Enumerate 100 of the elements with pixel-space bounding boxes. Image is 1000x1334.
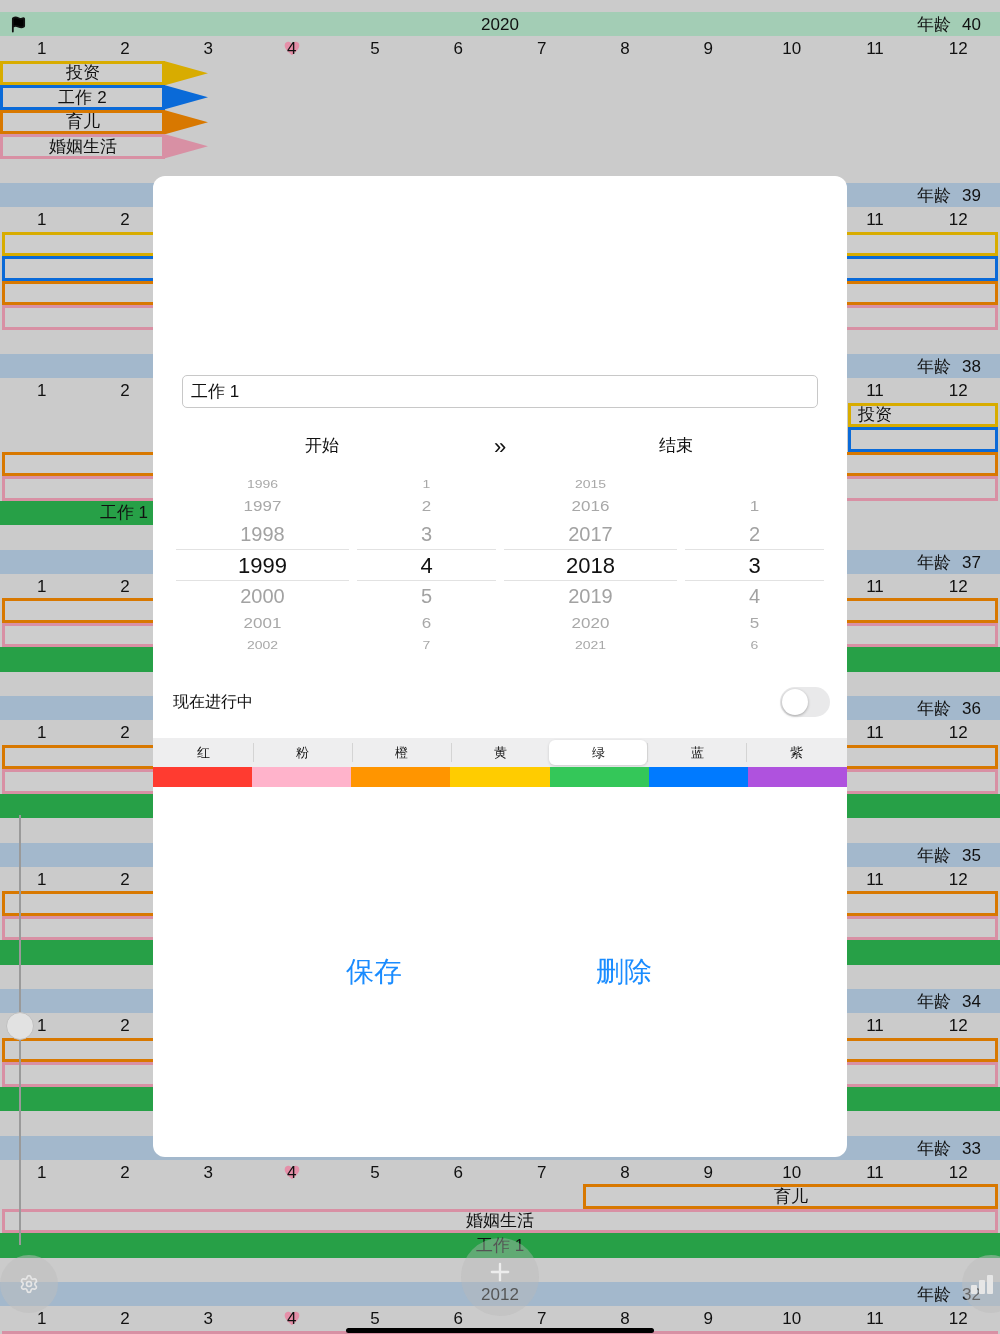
color-tab[interactable]: 紫 xyxy=(746,743,845,762)
color-tab[interactable]: 橙 xyxy=(351,743,451,762)
month-label: 10 xyxy=(782,1161,802,1184)
month-label: 2 xyxy=(120,209,130,231)
month-label: 9 xyxy=(703,1161,714,1184)
color-swatch[interactable] xyxy=(153,767,253,787)
event-bar[interactable]: 工作 1 xyxy=(0,1233,1000,1258)
picker-option[interactable]: 2015 xyxy=(574,476,607,493)
age-label: 年龄 34 xyxy=(917,991,981,1013)
settings-icon xyxy=(19,1274,39,1294)
month-label: 12 xyxy=(948,1308,968,1330)
color-tab[interactable]: 绿 xyxy=(549,740,648,765)
picker-option[interactable]: 2002 xyxy=(246,637,279,654)
category-tag[interactable]: 婚姻生活 xyxy=(0,134,165,159)
picker-option[interactable]: 4 xyxy=(748,581,761,611)
ongoing-switch[interactable] xyxy=(780,687,830,717)
picker-option[interactable]: 2019 xyxy=(568,581,613,611)
month-label: 11 xyxy=(866,38,884,60)
flag-icon[interactable] xyxy=(10,16,27,34)
month-label: 11 xyxy=(866,575,884,598)
picker-option[interactable]: 1996 xyxy=(246,476,279,493)
month-label: 7 xyxy=(536,1308,547,1330)
month-label: 12 xyxy=(948,722,968,744)
category-tag[interactable]: 育儿 xyxy=(0,109,165,134)
slider-thumb[interactable] xyxy=(6,1011,34,1040)
month-label: 1 xyxy=(36,38,47,60)
month-label: 11 xyxy=(866,868,884,891)
category-tag[interactable]: 投资 xyxy=(0,60,165,85)
picker-option[interactable]: 1 xyxy=(422,476,431,493)
age-label: 年龄 33 xyxy=(917,1137,981,1160)
picker-option[interactable]: 1999 xyxy=(238,548,287,582)
month-label: 2 xyxy=(120,1161,130,1184)
month-label: 1 xyxy=(36,380,47,402)
picker-option[interactable]: 2016 xyxy=(571,495,610,518)
picker-option[interactable]: 6 xyxy=(421,612,432,635)
month-label: 4 xyxy=(286,1161,297,1184)
month-label: 11 xyxy=(866,1161,884,1184)
age-label: 年龄 38 xyxy=(917,356,981,378)
picker-option[interactable]: 2000 xyxy=(240,581,285,611)
month-label: 2 xyxy=(120,575,130,598)
year-label: 2020 xyxy=(481,14,519,36)
picker-option[interactable]: 1 xyxy=(749,495,760,518)
picker-option[interactable]: 3 xyxy=(748,548,761,582)
picker-option[interactable]: 2001 xyxy=(243,612,282,635)
picker-option[interactable]: 5 xyxy=(749,612,760,635)
month-label: 2 xyxy=(120,1015,130,1037)
color-swatch[interactable] xyxy=(648,767,748,787)
picker-option[interactable]: 7 xyxy=(422,637,431,654)
color-tab[interactable]: 红 xyxy=(155,740,253,765)
month-label: 1 xyxy=(36,722,47,744)
month-label: 5 xyxy=(370,1308,380,1330)
delete-button[interactable]: 删除 xyxy=(574,942,674,1002)
month-label: 12 xyxy=(948,380,968,402)
event-bar[interactable] xyxy=(848,427,998,452)
picker-option[interactable]: 2018 xyxy=(566,548,615,582)
event-bar[interactable]: 投资 xyxy=(848,402,998,427)
picker-option[interactable]: 4 xyxy=(420,548,433,582)
month-label: 12 xyxy=(948,868,968,891)
picker-option[interactable]: 2 xyxy=(421,495,432,518)
start-label: 开始 xyxy=(305,435,339,458)
month-label: 7 xyxy=(536,1161,547,1184)
name-field[interactable]: 工作 1 xyxy=(182,375,818,408)
month-label: 6 xyxy=(453,1308,464,1330)
month-label: 11 xyxy=(866,209,884,231)
month-label: 6 xyxy=(453,38,464,60)
picker-option[interactable]: 2 xyxy=(748,519,761,549)
month-label: 11 xyxy=(866,1015,884,1037)
month-label: 1 xyxy=(36,868,47,891)
month-label: 4 xyxy=(286,38,297,60)
event-bar[interactable]: 育儿 xyxy=(583,1184,998,1209)
save-button[interactable]: 保存 xyxy=(324,942,424,1002)
color-tab[interactable]: 蓝 xyxy=(647,743,747,762)
picker-option[interactable]: 2020 xyxy=(571,612,610,635)
month-label: 1 xyxy=(36,575,47,598)
month-label: 3 xyxy=(203,1161,214,1184)
picker-option[interactable]: 6 xyxy=(750,637,759,654)
color-tab[interactable]: 粉 xyxy=(252,743,352,762)
month-label: 9 xyxy=(703,38,714,60)
picker-option[interactable]: 2021 xyxy=(574,637,607,654)
color-swatch[interactable] xyxy=(549,767,649,787)
color-swatch[interactable] xyxy=(252,767,352,787)
month-label: 9 xyxy=(703,1308,714,1330)
month-label: 4 xyxy=(286,1308,297,1330)
age-label: 年龄 37 xyxy=(917,551,981,574)
month-label: 12 xyxy=(948,209,968,231)
picker-option[interactable]: 2017 xyxy=(568,519,613,549)
month-label: 1 xyxy=(36,1308,47,1330)
color-swatch[interactable] xyxy=(747,767,847,787)
picker-option[interactable]: 5 xyxy=(420,581,433,611)
month-label: 2 xyxy=(120,380,130,402)
category-tag[interactable]: 工作 2 xyxy=(0,85,165,110)
event-bar[interactable]: 婚姻生活 xyxy=(2,1208,998,1233)
month-label: 5 xyxy=(370,38,380,60)
color-swatch[interactable] xyxy=(351,767,451,787)
month-label: 11 xyxy=(866,1308,884,1330)
picker-option[interactable]: 3 xyxy=(420,519,433,549)
age-label: 年龄 39 xyxy=(917,185,981,207)
month-label: 8 xyxy=(620,1308,630,1330)
color-swatch[interactable] xyxy=(450,767,550,787)
month-label: 5 xyxy=(370,1161,380,1184)
